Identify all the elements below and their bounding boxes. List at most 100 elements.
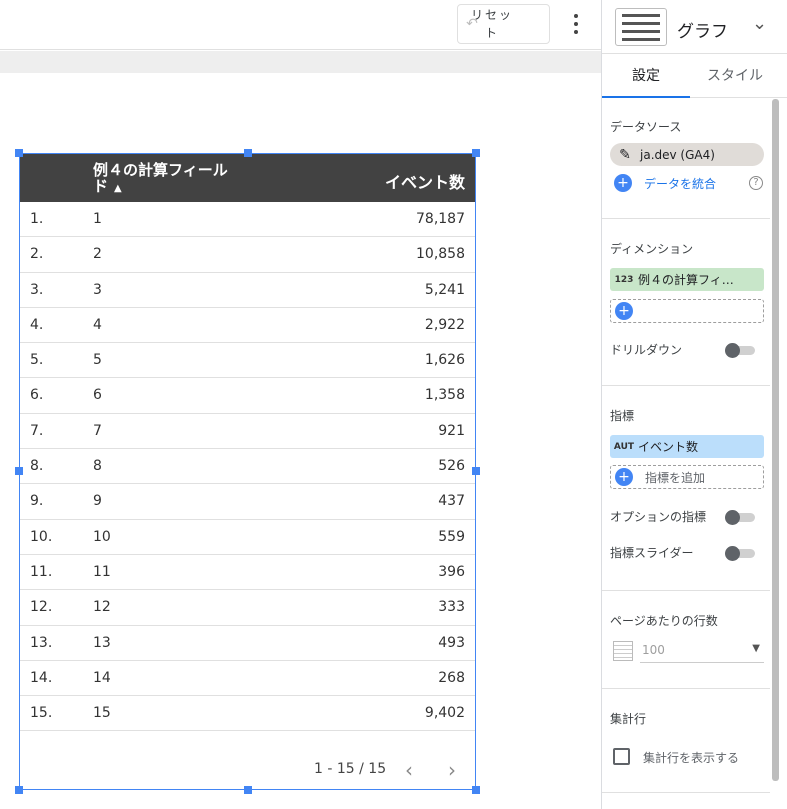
table-row[interactable]: 12. 12 333 bbox=[20, 590, 475, 626]
metric-cell: 268 bbox=[438, 669, 465, 686]
chevron-right-icon[interactable]: › bbox=[448, 758, 456, 782]
row-index: 14. bbox=[30, 669, 53, 686]
chevron-down-icon[interactable]: ⌄ bbox=[752, 13, 767, 34]
auto-aggregation-icon: AUT bbox=[613, 441, 635, 452]
row-index: 10. bbox=[30, 528, 53, 545]
metric-cell: 493 bbox=[438, 634, 465, 651]
add-metric-button[interactable]: + 指標を追加 bbox=[610, 465, 764, 489]
resize-handle[interactable] bbox=[244, 786, 252, 794]
dimension-cell: 6 bbox=[93, 387, 102, 404]
metric-section: 指標 AUT イベント数 + 指標を追加 オプションの指標 指標スライダー bbox=[602, 386, 770, 591]
metric-slider-toggle[interactable] bbox=[725, 546, 755, 561]
metric-cell: 9,402 bbox=[424, 705, 465, 722]
add-icon: + bbox=[615, 302, 633, 320]
resize-handle[interactable] bbox=[472, 467, 480, 475]
row-index: 15. bbox=[30, 705, 53, 722]
summary-row-checkbox[interactable] bbox=[613, 748, 630, 765]
metric-cell: 396 bbox=[438, 563, 465, 580]
dimension-cell: 11 bbox=[93, 563, 111, 580]
table-row[interactable]: 3. 3 5,241 bbox=[20, 273, 475, 308]
blend-data-button[interactable]: + データを統合 bbox=[614, 174, 716, 192]
dropdown-arrow-icon: ▼ bbox=[752, 643, 760, 654]
table-row[interactable]: 9. 9 437 bbox=[20, 484, 475, 520]
properties-panel: グラフ ⌄ 設定 スタイル データソース ✎ ja.dev (GA4) + デー… bbox=[601, 0, 787, 809]
metric-header[interactable]: イベント数 bbox=[385, 169, 465, 193]
drilldown-label: ドリルダウン bbox=[610, 343, 683, 357]
row-index: 5. bbox=[30, 352, 44, 369]
row-index: 13. bbox=[30, 634, 53, 651]
dimension-header[interactable]: 例４の計算フィールド ▲ bbox=[93, 162, 233, 197]
rows-per-page-section: ページあたりの行数 100 ▼ bbox=[602, 591, 770, 689]
data-source-section: データソース ✎ ja.dev (GA4) + データを統合 ? bbox=[602, 99, 770, 219]
resize-handle[interactable] bbox=[472, 149, 480, 157]
metric-cell: 1,626 bbox=[424, 352, 465, 369]
metric-chip[interactable]: AUT イベント数 bbox=[610, 435, 764, 458]
dimension-chip[interactable]: 123 例４の計算フィ… bbox=[610, 268, 764, 291]
row-index: 6. bbox=[30, 387, 44, 404]
table-row[interactable]: 11. 11 396 bbox=[20, 555, 475, 591]
table-chart[interactable]: 例４の計算フィールド ▲ イベント数 1. 1 78,187 2. 2 10,858 3. 3 5… bbox=[19, 153, 476, 790]
optional-metrics-toggle[interactable] bbox=[725, 510, 755, 525]
rows-per-page-select[interactable]: 100 ▼ bbox=[640, 639, 764, 663]
table-row[interactable]: 10. 10 559 bbox=[20, 520, 475, 555]
metric-cell: 921 bbox=[438, 422, 465, 439]
resize-handle[interactable] bbox=[244, 149, 252, 157]
resize-handle[interactable] bbox=[15, 786, 23, 794]
resize-handle[interactable] bbox=[15, 149, 23, 157]
tab-style[interactable]: スタイル bbox=[690, 54, 780, 98]
help-icon[interactable]: ? bbox=[749, 176, 763, 190]
table-row[interactable]: 7. 7 921 bbox=[20, 414, 475, 450]
section-title: 集計行 bbox=[610, 712, 647, 726]
section-title: ページあたりの行数 bbox=[610, 614, 718, 628]
table-body: 1. 1 78,187 2. 2 10,858 3. 3 5,241 4. 4 2,922 5. 5 1,6… bbox=[20, 202, 475, 732]
row-index: 1. bbox=[30, 211, 44, 227]
dimension-cell: 13 bbox=[93, 634, 111, 651]
table-row[interactable]: 1. 1 78,187 bbox=[20, 202, 475, 238]
toolbar: ↶ リセット bbox=[0, 0, 601, 50]
more-vert-icon[interactable] bbox=[566, 12, 586, 36]
pencil-icon[interactable]: ✎ bbox=[610, 147, 640, 163]
row-index: 11. bbox=[30, 563, 53, 580]
sort-ascending-icon[interactable]: ▲ bbox=[114, 183, 122, 194]
table-row[interactable]: 6. 6 1,358 bbox=[20, 378, 475, 414]
resize-handle[interactable] bbox=[472, 786, 480, 794]
resize-handle[interactable] bbox=[15, 467, 23, 475]
metric-cell: 333 bbox=[438, 599, 465, 616]
table-chart-icon bbox=[615, 8, 667, 46]
dimension-cell: 3 bbox=[93, 281, 102, 298]
dimension-cell: 7 bbox=[93, 422, 102, 439]
metric-cell: 2,922 bbox=[424, 316, 465, 333]
data-source-chip[interactable]: ✎ ja.dev (GA4) bbox=[610, 143, 764, 166]
dimension-cell: 4 bbox=[93, 316, 102, 333]
chevron-left-icon[interactable]: ‹ bbox=[405, 758, 413, 782]
table-row[interactable]: 8. 8 526 bbox=[20, 449, 475, 485]
row-index: 3. bbox=[30, 281, 44, 298]
table-row[interactable]: 4. 4 2,922 bbox=[20, 308, 475, 344]
metric-cell: 78,187 bbox=[416, 211, 465, 227]
table-row[interactable]: 14. 14 268 bbox=[20, 661, 475, 697]
tab-setup[interactable]: 設定 bbox=[602, 54, 690, 98]
canvas-ruler bbox=[0, 51, 601, 73]
row-index: 4. bbox=[30, 316, 44, 333]
table-row[interactable]: 2. 2 10,858 bbox=[20, 237, 475, 273]
rows-icon bbox=[613, 641, 633, 661]
section-title: 指標 bbox=[610, 409, 635, 423]
reset-button[interactable]: ↶ リセット bbox=[457, 4, 550, 44]
table-row[interactable]: 5. 5 1,626 bbox=[20, 343, 475, 379]
add-dimension-button[interactable]: + bbox=[610, 299, 764, 323]
dimension-cell: 15 bbox=[93, 705, 111, 722]
metric-cell: 437 bbox=[438, 493, 465, 510]
chart-type-selector[interactable]: グラフ ⌄ bbox=[602, 0, 787, 54]
dimension-cell: 14 bbox=[93, 669, 111, 686]
section-title: ディメンション bbox=[610, 242, 694, 256]
scrollbar[interactable] bbox=[772, 99, 779, 781]
metric-cell: 5,241 bbox=[424, 281, 465, 298]
table-row[interactable]: 13. 13 493 bbox=[20, 626, 475, 661]
table-row[interactable]: 15. 15 9,402 bbox=[20, 696, 475, 732]
row-index: 9. bbox=[30, 493, 44, 510]
drilldown-toggle[interactable] bbox=[725, 343, 755, 358]
metric-cell: 1,358 bbox=[424, 387, 465, 404]
row-index: 8. bbox=[30, 458, 44, 475]
dimension-cell: 5 bbox=[93, 352, 102, 369]
pagination: 1 - 15 / 15 ‹ › bbox=[20, 751, 475, 789]
